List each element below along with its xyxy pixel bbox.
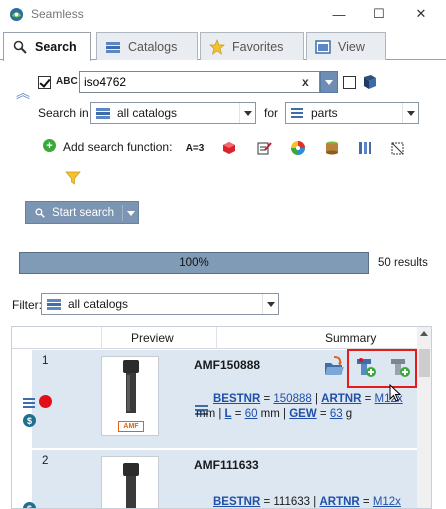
abc-checkbox[interactable] [38, 76, 51, 89]
close-button[interactable]: ✕ [404, 0, 438, 28]
star-icon [209, 38, 225, 55]
maximize-button[interactable]: ☐ [362, 0, 396, 28]
add-icon[interactable]: + [43, 139, 56, 152]
tab-catalogs[interactable]: Catalogs [96, 32, 198, 60]
summary-key[interactable]: ARTNR [321, 393, 361, 405]
open-folder-icon[interactable] [323, 356, 345, 378]
tab-catalogs-label: Catalogs [128, 39, 178, 54]
chevron-down-icon [402, 103, 418, 123]
part-title[interactable]: AMF111633 [194, 458, 259, 472]
for-label: for [264, 106, 279, 120]
chevron-down-icon [239, 103, 255, 123]
search-icon [35, 207, 45, 218]
scroll-thumb[interactable] [419, 349, 430, 377]
catalogs-icon [105, 39, 121, 55]
chevron-down-icon[interactable] [127, 211, 135, 216]
minimize-button[interactable]: — [322, 0, 356, 28]
add-function-label: Add search function: [63, 140, 173, 154]
summary-value[interactable]: 111633 [273, 496, 310, 508]
summary-value[interactable]: 63 [330, 408, 343, 420]
start-search-button[interactable]: Start search [25, 201, 139, 224]
row-number: 2 [42, 455, 49, 467]
summary-key[interactable]: BESTNR [213, 393, 260, 405]
search-for-value: parts [311, 106, 338, 120]
mouse-cursor-icon [389, 383, 402, 405]
tab-view-label: View [338, 39, 365, 54]
tab-search[interactable]: Search [3, 32, 91, 61]
filter-funnel-icon[interactable] [64, 170, 82, 186]
book-checkbox[interactable] [343, 76, 356, 89]
part-title[interactable]: AMF150888 [194, 358, 260, 372]
part-preview-image[interactable]: AMF [101, 356, 159, 436]
part-summary: BESTNR = 111633 | ARTNR = M12x [213, 496, 401, 508]
tab-favorites-label: Favorites [232, 39, 284, 54]
table-header: Preview Summary [12, 327, 417, 349]
table-row[interactable]: 2 $ AMF111633 BESTNR = 111633 | ARTNR = … [23, 450, 417, 508]
summary-key[interactable]: BESTNR [213, 496, 260, 508]
bounding-box-function-icon[interactable] [389, 140, 407, 156]
summary-value[interactable]: M12x [373, 496, 401, 508]
summary-value[interactable]: 60 [245, 408, 258, 420]
collapse-chevrons-icon[interactable]: ︽ [16, 86, 30, 100]
status-dot-icon [39, 395, 52, 408]
summary-value[interactable]: 150888 [273, 393, 311, 405]
app-logo-icon [9, 7, 24, 22]
edit-document-function-icon[interactable] [255, 140, 273, 156]
window-title: Seamless [31, 7, 84, 21]
search-in-value: all catalogs [117, 106, 178, 120]
filter-label: Filter: [12, 298, 42, 312]
scroll-up-arrow-icon[interactable] [420, 331, 428, 336]
filter-select[interactable]: all catalogs [41, 293, 279, 315]
row-number: 1 [42, 355, 49, 367]
dollar-coin-icon[interactable]: $ [23, 414, 36, 427]
part-summary: BESTNR = 150888 | ARTNR = M12x mm | L = … [196, 393, 403, 420]
text-equals-function-icon[interactable]: A=3 [186, 140, 205, 156]
book-icon [364, 75, 376, 89]
search-for-select[interactable]: parts [285, 102, 419, 124]
chevron-down-icon [262, 294, 278, 314]
amf-brand-logo: AMF [118, 421, 144, 432]
column-header-preview[interactable]: Preview [131, 331, 174, 345]
search-history-dropdown[interactable] [320, 71, 338, 93]
clear-search-button[interactable]: x [302, 75, 309, 89]
tab-search-label: Search [35, 40, 77, 54]
filter-value: all catalogs [68, 297, 129, 311]
view-icon [315, 39, 331, 55]
abc-label: ABC [56, 76, 78, 87]
dollar-coin-icon[interactable]: $ [23, 502, 36, 508]
search-progress-bar: 100% [19, 252, 369, 274]
search-icon [12, 39, 28, 55]
summary-key[interactable]: ARTNR [319, 496, 359, 508]
catalogs-small-icon [95, 106, 111, 120]
add-part-copy-icon[interactable] [389, 357, 411, 379]
list-icon [290, 107, 304, 119]
color-wheel-function-icon[interactable] [289, 140, 307, 156]
results-count: 50 results [378, 257, 428, 269]
add-to-cart-part-icon[interactable] [355, 357, 377, 379]
search-input[interactable] [79, 71, 320, 93]
table-columns-function-icon[interactable] [356, 140, 374, 156]
search-in-label: Search in [38, 106, 89, 120]
part-preview-image[interactable] [101, 456, 159, 508]
tab-view[interactable]: View [306, 32, 386, 60]
summary-key[interactable]: L [225, 408, 232, 420]
results-scrollbar[interactable] [417, 327, 431, 508]
tab-bar: Search Catalogs Favorites View [0, 32, 446, 61]
material-cylinder-function-icon[interactable] [323, 140, 341, 156]
column-header-summary[interactable]: Summary [325, 331, 376, 345]
progress-text: 100% [179, 257, 209, 269]
cube-function-icon[interactable] [220, 140, 238, 156]
menu-icon[interactable] [23, 397, 35, 411]
title-bar: Seamless — ☐ ✕ [0, 0, 446, 28]
start-search-label: Start search [52, 206, 114, 219]
summary-key[interactable]: GEW [289, 408, 316, 420]
search-in-select[interactable]: all catalogs [90, 102, 256, 124]
tab-favorites[interactable]: Favorites [200, 32, 304, 60]
catalogs-small-icon [46, 297, 62, 311]
